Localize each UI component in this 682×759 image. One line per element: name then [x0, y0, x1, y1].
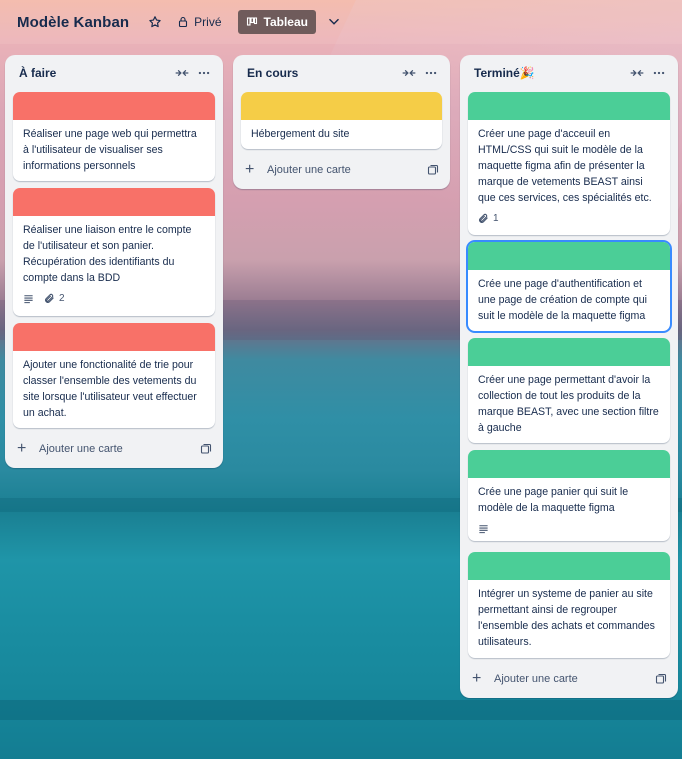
- list-menu-button[interactable]: [420, 62, 442, 84]
- description-badge: [23, 293, 34, 304]
- card-title: Créer une page permettant d'avoir la col…: [478, 374, 659, 434]
- template-icon: [200, 443, 212, 454]
- attachment-badge: 2: [44, 293, 65, 304]
- card[interactable]: Créer une page permettant d'avoir la col…: [468, 338, 670, 443]
- board-title[interactable]: Modèle Kanban: [17, 14, 129, 31]
- card-cover: [468, 552, 670, 580]
- card-cover: [241, 92, 442, 120]
- card[interactable]: Créer une page d'acceuil en HTML/CSS qui…: [468, 92, 670, 235]
- card-cover: [13, 323, 215, 351]
- card-cover: [13, 188, 215, 216]
- attachment-count: 2: [59, 292, 65, 304]
- list-menu-button[interactable]: [193, 62, 215, 84]
- template-icon: [427, 164, 439, 175]
- card-title: Créer une page d'acceuil en HTML/CSS qui…: [478, 128, 652, 204]
- card-title: Hébergement du site: [251, 128, 350, 140]
- card-cover: [13, 92, 215, 120]
- more-icon: [653, 71, 665, 75]
- description-badge: [478, 523, 489, 534]
- card-cover: [468, 338, 670, 366]
- card-title: Réaliser une page web qui permettra à l'…: [23, 128, 197, 172]
- collapse-list-button[interactable]: [398, 62, 420, 84]
- lock-icon: [179, 16, 188, 28]
- collapse-icon: [402, 70, 416, 76]
- card-cover: [468, 242, 670, 270]
- more-icon: [198, 71, 210, 75]
- background-band: [0, 700, 682, 720]
- view-switcher-button[interactable]: Tableau: [237, 10, 316, 34]
- add-card-label: Ajouter une carte: [494, 673, 578, 685]
- card-title: Ajouter une fonctionalité de trie pour c…: [23, 359, 197, 419]
- add-card-button[interactable]: + Ajouter une carte: [468, 665, 670, 693]
- template-button[interactable]: [652, 670, 670, 688]
- collapse-icon: [630, 70, 644, 76]
- visibility-label: Privé: [194, 15, 222, 29]
- add-card-button[interactable]: + Ajouter une carte: [13, 435, 215, 463]
- list-title[interactable]: En cours: [247, 66, 398, 80]
- add-card-label: Ajouter une carte: [39, 443, 123, 455]
- list-title[interactable]: Terminé🎉: [474, 66, 626, 80]
- description-icon: [479, 524, 488, 533]
- card[interactable]: Hébergement du site: [241, 92, 442, 149]
- template-button[interactable]: [424, 161, 442, 179]
- card-cover: [468, 92, 670, 120]
- list-a-faire: À faire Réaliser une page web qui permet…: [5, 55, 223, 468]
- board-header: Modèle Kanban Privé Tableau: [0, 0, 682, 44]
- card[interactable]: Réaliser une liaison entre le compte de …: [13, 188, 215, 316]
- collapse-list-button[interactable]: [171, 62, 193, 84]
- card-title: Intégrer un systeme de panier au site pe…: [478, 588, 655, 648]
- card[interactable]: Crée une page d'authentification et une …: [468, 242, 670, 331]
- card[interactable]: Intégrer un systeme de panier au site pe…: [468, 552, 670, 658]
- paperclip-icon: [45, 293, 54, 303]
- view-label: Tableau: [263, 15, 308, 29]
- list-header: À faire: [5, 55, 223, 91]
- card-badges: 2: [13, 286, 215, 306]
- view-dropdown-button[interactable]: [324, 9, 344, 35]
- description-icon: [24, 294, 33, 303]
- plus-icon: +: [472, 670, 482, 687]
- add-card-button[interactable]: + Ajouter une carte: [241, 156, 442, 184]
- collapse-list-button[interactable]: [626, 62, 648, 84]
- plus-icon: +: [245, 161, 255, 178]
- card-badges: [468, 516, 670, 536]
- board-icon: [246, 17, 257, 26]
- attachment-count: 1: [493, 212, 499, 224]
- more-icon: [425, 71, 437, 75]
- attachment-badge: 1: [478, 213, 499, 224]
- paperclip-icon: [479, 213, 488, 223]
- card-title: Réaliser une liaison entre le compte de …: [23, 224, 192, 284]
- card-title: Crée une page panier qui suit le modèle …: [478, 486, 629, 514]
- card[interactable]: Crée une page panier qui suit le modèle …: [468, 450, 670, 541]
- visibility-button[interactable]: Privé: [173, 9, 225, 35]
- list-termine: Terminé🎉 Créer une page d'acceuil en HTM…: [460, 55, 678, 698]
- card-cover: [468, 450, 670, 478]
- list-header: Terminé🎉: [460, 55, 678, 91]
- template-icon: [655, 673, 667, 684]
- list-title[interactable]: À faire: [19, 66, 171, 80]
- card[interactable]: Réaliser une page web qui permettra à l'…: [13, 92, 215, 181]
- card-badges: 1: [468, 206, 670, 226]
- collapse-icon: [175, 70, 189, 76]
- star-icon: [149, 16, 161, 28]
- card-title: Crée une page d'authentification et une …: [478, 278, 648, 322]
- list-header: En cours: [233, 55, 450, 91]
- star-button[interactable]: [145, 9, 165, 35]
- add-card-label: Ajouter une carte: [267, 164, 351, 176]
- template-button[interactable]: [197, 440, 215, 458]
- chevron-down-icon: [329, 18, 339, 25]
- card[interactable]: Ajouter une fonctionalité de trie pour c…: [13, 323, 215, 428]
- list-menu-button[interactable]: [648, 62, 670, 84]
- plus-icon: +: [17, 440, 27, 457]
- list-en-cours: En cours Hébergement du site + Ajouter u…: [233, 55, 450, 189]
